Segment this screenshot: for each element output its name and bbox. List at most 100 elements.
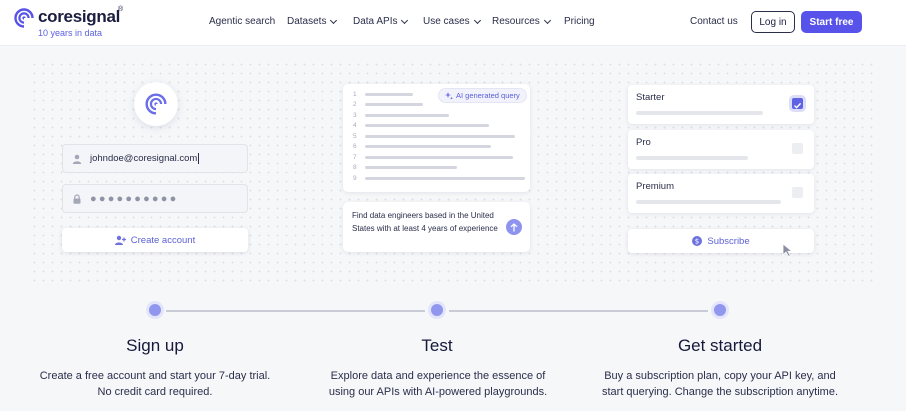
svg-text:$: $ [695, 238, 699, 246]
code-bar [365, 145, 491, 148]
timeline-connector [166, 310, 425, 312]
chevron-down-icon [473, 16, 481, 24]
line-number: 1 [353, 90, 357, 98]
code-line: 5 [353, 131, 515, 141]
send-button[interactable] [506, 219, 522, 235]
chevron-down-icon [401, 16, 409, 24]
step-desc-sign-up: Create a free account and start your 7-d… [10, 368, 300, 400]
arrow-up-icon [510, 222, 518, 231]
create-account-label: Create account [130, 234, 196, 246]
code-bar [365, 155, 513, 159]
start-free-button[interactable]: Start free [801, 11, 862, 33]
email-value: johndoe@coresignal.com [90, 153, 198, 164]
desc-line: Create a free account and start your 7-d… [39, 370, 271, 382]
brand-name[interactable]: coresignal [38, 7, 120, 27]
mouse-cursor-icon [782, 243, 794, 257]
code-line: 6 [353, 142, 491, 152]
code-bar [365, 166, 457, 169]
nav-datasets[interactable]: Datasets [287, 16, 338, 27]
plan-pro[interactable]: Pro [628, 130, 814, 169]
desc-line: Buy a subscription plan, copy your API k… [604, 370, 836, 382]
password-field[interactable]: ●●●●●●●●●● [62, 184, 248, 213]
email-field[interactable]: johndoe@coresignal.com [62, 144, 248, 173]
code-line: 1 [353, 89, 413, 99]
registered-mark: ® [118, 6, 124, 13]
code-bar [365, 124, 489, 127]
plan-name: Pro [636, 137, 651, 148]
step-desc-test: Explore data and experience the essence … [293, 368, 583, 400]
lock-icon [73, 193, 81, 204]
step-title-sign-up: Sign up [126, 336, 184, 355]
plan-checkbox[interactable] [792, 98, 803, 109]
plan-starter[interactable]: Starter [628, 85, 814, 124]
prompt-text: Find data engineers based in the United … [352, 211, 498, 234]
password-mask: ●●●●●●●●●● [90, 192, 179, 205]
code-line: 4 [353, 121, 489, 131]
timeline-connector [449, 310, 708, 312]
timeline-dot-step-2 [431, 304, 443, 316]
timeline-dot-step-1 [149, 304, 161, 316]
create-account-button[interactable]: Create account [62, 228, 248, 252]
plan-checkbox[interactable] [792, 143, 803, 154]
coresignal-logo-icon[interactable] [14, 8, 34, 28]
code-bar [365, 176, 525, 180]
contact-us-link[interactable]: Contact us [690, 16, 738, 27]
nav-label: Agentic search [209, 16, 276, 27]
nav-agentic-search[interactable]: Agentic search [209, 16, 275, 27]
nav-label: Data APIs [353, 16, 398, 27]
line-number: 8 [353, 164, 357, 171]
line-number: 6 [353, 143, 357, 150]
nav-data-apis[interactable]: Data APIs [353, 16, 409, 27]
code-bar [365, 92, 413, 96]
line-number: 7 [353, 153, 357, 161]
code-bar [365, 103, 423, 106]
code-line: 2 [353, 100, 423, 110]
line-number: 5 [353, 132, 357, 140]
code-bar [365, 134, 515, 138]
step-desc-get-started: Buy a subscription plan, copy your API k… [575, 368, 865, 400]
nav-label: Use cases [423, 16, 470, 27]
code-line: 8 [353, 163, 457, 173]
nav-use-cases[interactable]: Use cases [423, 16, 481, 27]
line-number: 2 [353, 101, 357, 108]
nav-resources[interactable]: Resources [492, 16, 551, 27]
line-number: 3 [353, 111, 357, 119]
code-line: 9 [353, 173, 525, 183]
chevron-down-icon [330, 16, 338, 24]
nav-label: Pricing [564, 16, 595, 27]
desc-line: start querying. Change the subscription … [601, 386, 839, 398]
plan-placeholder-bar [636, 156, 748, 160]
ai-badge-label: AI generated query [456, 91, 520, 100]
nav-label: Datasets [287, 16, 327, 27]
step-title-get-started: Get started [677, 336, 763, 355]
desc-line: No credit card required. [97, 386, 213, 398]
timeline-dot-step-3 [714, 304, 726, 316]
nav-label: Resources [492, 16, 540, 27]
coresignal-logo-icon [145, 93, 167, 115]
plan-name: Premium [636, 181, 675, 192]
login-button[interactable]: Log in [751, 11, 795, 33]
contact-label: Contact us [690, 16, 738, 27]
desc-line: using our APIs with AI-powered playgroun… [328, 386, 548, 398]
code-line: 3 [353, 110, 449, 120]
text-caret [198, 153, 200, 164]
chevron-down-icon [543, 16, 551, 24]
plan-placeholder-bar [636, 111, 763, 115]
logo-badge [134, 82, 178, 126]
desc-line: Explore data and experience the essence … [330, 370, 546, 382]
checkmark-icon [794, 102, 802, 109]
prompt-input[interactable]: Find data engineers based in the United … [343, 202, 530, 252]
sparkle-icon [445, 91, 453, 100]
step-title-test: Test [421, 336, 453, 355]
code-line: 7 [353, 152, 513, 162]
user-icon [72, 154, 82, 164]
nav-pricing[interactable]: Pricing [564, 16, 595, 27]
line-number: 4 [353, 122, 357, 129]
add-user-icon [114, 235, 126, 245]
ai-generated-badge: AI generated query [438, 88, 527, 103]
plan-premium[interactable]: Premium [628, 174, 814, 213]
top-navigation: coresignal ® 10 years in data Agentic se… [0, 0, 906, 46]
subscribe-label: Subscribe [707, 235, 750, 247]
plan-checkbox[interactable] [792, 187, 803, 198]
code-bar [365, 113, 449, 117]
